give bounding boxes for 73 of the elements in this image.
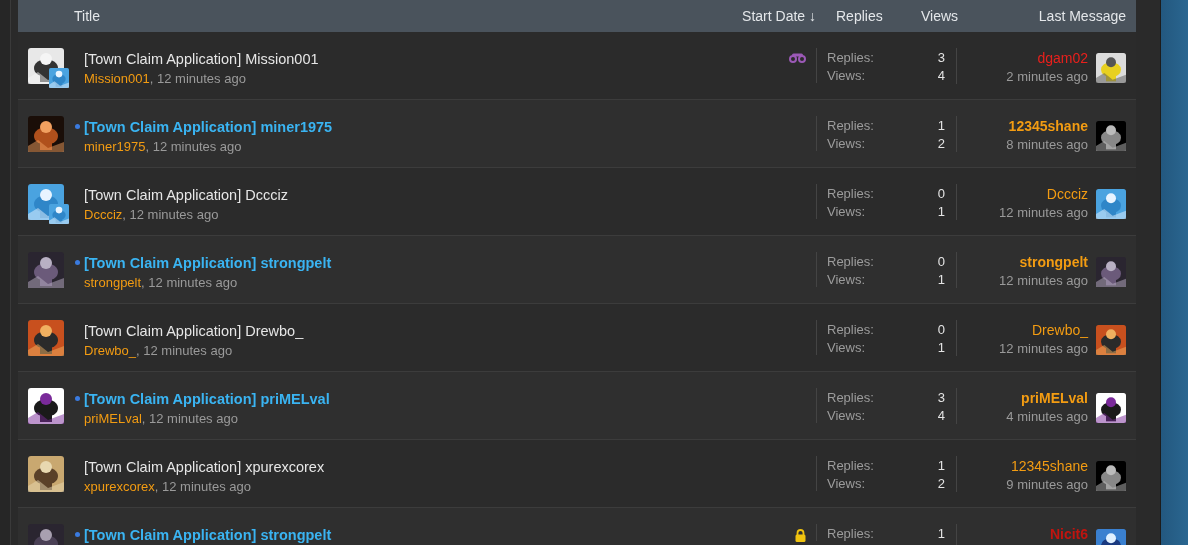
thread-title[interactable]: [Town Claim Application] Dccciz xyxy=(84,187,288,203)
stat-label: Replies: xyxy=(827,50,874,65)
stat-label: Replies: xyxy=(827,186,874,201)
view-count: 2 xyxy=(937,136,945,151)
unread-dot xyxy=(75,260,80,265)
view-count: 1 xyxy=(937,340,945,355)
last-poster-link[interactable]: 12345shane xyxy=(1008,118,1088,134)
thread-row[interactable]: [Town Claim Application] miner1975 miner1975, 12 minutes ago Replies: 1 Views: 2 12345shane 8 minutes ago xyxy=(18,100,1136,168)
stat-label: Views: xyxy=(827,136,866,151)
column-header[interactable]: Replies xyxy=(836,8,921,24)
thread-time: , 12 minutes ago xyxy=(136,343,233,358)
thread-time: , 12 minutes ago xyxy=(154,479,251,494)
thread-time: , 12 minutes ago xyxy=(141,411,238,426)
stat-label: Replies: xyxy=(827,322,874,337)
last-poster-link[interactable]: Dccciz xyxy=(1046,186,1088,202)
last-post-time[interactable]: 4 minutes ago xyxy=(1006,409,1088,424)
stat-label: Views: xyxy=(827,272,866,287)
thread-title[interactable]: [Town Claim Application] Drewbo_ xyxy=(84,323,304,339)
unread-dot xyxy=(75,396,80,401)
author-link[interactable]: Mission001 xyxy=(84,71,150,86)
thread-title[interactable]: [Town Claim Application] xpurexcorex xyxy=(84,459,325,475)
thread-title[interactable]: [Town Claim Application] miner1975 xyxy=(84,119,333,135)
thread-title[interactable]: [Town Claim Application] Mission001 xyxy=(84,51,319,67)
stat-label: Views: xyxy=(827,476,866,491)
reply-count: 0 xyxy=(937,254,945,269)
unread-dot xyxy=(75,532,80,537)
stat-label: Replies: xyxy=(827,458,874,473)
stat-label: Replies: xyxy=(827,390,874,405)
last-poster-link[interactable]: strongpelt xyxy=(1019,254,1088,270)
thread-time: , 12 minutes ago xyxy=(145,139,242,154)
view-count: 1 xyxy=(937,272,945,287)
stat-label: Views: xyxy=(827,408,866,423)
reply-count: 3 xyxy=(937,50,945,65)
author-link[interactable]: xpurexcorex xyxy=(84,479,155,494)
column-header[interactable]: Views xyxy=(921,8,956,24)
author-link[interactable]: priMELval xyxy=(84,411,142,426)
last-post-time[interactable]: 8 minutes ago xyxy=(1006,137,1088,152)
thread-row[interactable]: [Town Claim Application] strongpelt strongpelt, 12 minutes ago Replies: 0 Views: 1 strongpelt 12 minutes ago xyxy=(18,236,1136,304)
stat-label: Views: xyxy=(827,68,866,83)
thread-time: , 12 minutes ago xyxy=(141,275,238,290)
last-poster-link[interactable]: priMELval xyxy=(1021,390,1088,406)
reply-count: 3 xyxy=(937,390,945,405)
thread-title[interactable]: [Town Claim Application] strongpelt xyxy=(84,255,332,271)
last-post-time[interactable]: 12 minutes ago xyxy=(999,273,1088,288)
last-poster-link[interactable]: 12345shane xyxy=(1010,458,1088,474)
stat-label: Views: xyxy=(827,340,866,355)
stat-label: Replies: xyxy=(827,526,874,541)
last-post-time[interactable]: 9 minutes ago xyxy=(1006,477,1088,492)
view-count: 4 xyxy=(937,68,945,83)
view-count: 2 xyxy=(937,476,945,491)
thread-time: , 12 minutes ago xyxy=(122,207,219,222)
stat-label: Replies: xyxy=(827,118,874,133)
reply-count: 1 xyxy=(937,118,945,133)
thread-row[interactable]: [Town Claim Application] priMELval priMELval, 12 minutes ago Replies: 3 Views: 4 priMELval 4 minutes ago xyxy=(18,372,1136,440)
reply-count: 1 xyxy=(937,526,945,541)
thread-title[interactable]: [Town Claim Application] strongpelt xyxy=(84,527,332,543)
reply-count: 1 xyxy=(937,458,945,473)
last-post-time[interactable]: 12 minutes ago xyxy=(999,205,1088,220)
column-header[interactable]: Start Date ↓ xyxy=(742,8,816,24)
reply-count: 0 xyxy=(937,322,945,337)
column-header[interactable]: Title xyxy=(18,8,743,24)
view-count: 4 xyxy=(937,408,945,423)
thread-time: , 12 minutes ago xyxy=(149,71,246,86)
thread-row[interactable]: [Town Claim Application] strongpelt Replies: 1 Nicit6 xyxy=(18,508,1136,545)
reply-count: 0 xyxy=(937,186,945,201)
last-post-time[interactable]: 2 minutes ago xyxy=(1006,69,1088,84)
last-post-time[interactable]: 12 minutes ago xyxy=(999,341,1088,356)
stat-label: Replies: xyxy=(827,254,874,269)
view-count: 1 xyxy=(937,204,945,219)
stat-label: Views: xyxy=(827,204,866,219)
last-poster-link[interactable]: Drewbo_ xyxy=(1031,322,1088,338)
unread-dot xyxy=(75,124,80,129)
thread-title[interactable]: [Town Claim Application] priMELval xyxy=(84,391,330,407)
